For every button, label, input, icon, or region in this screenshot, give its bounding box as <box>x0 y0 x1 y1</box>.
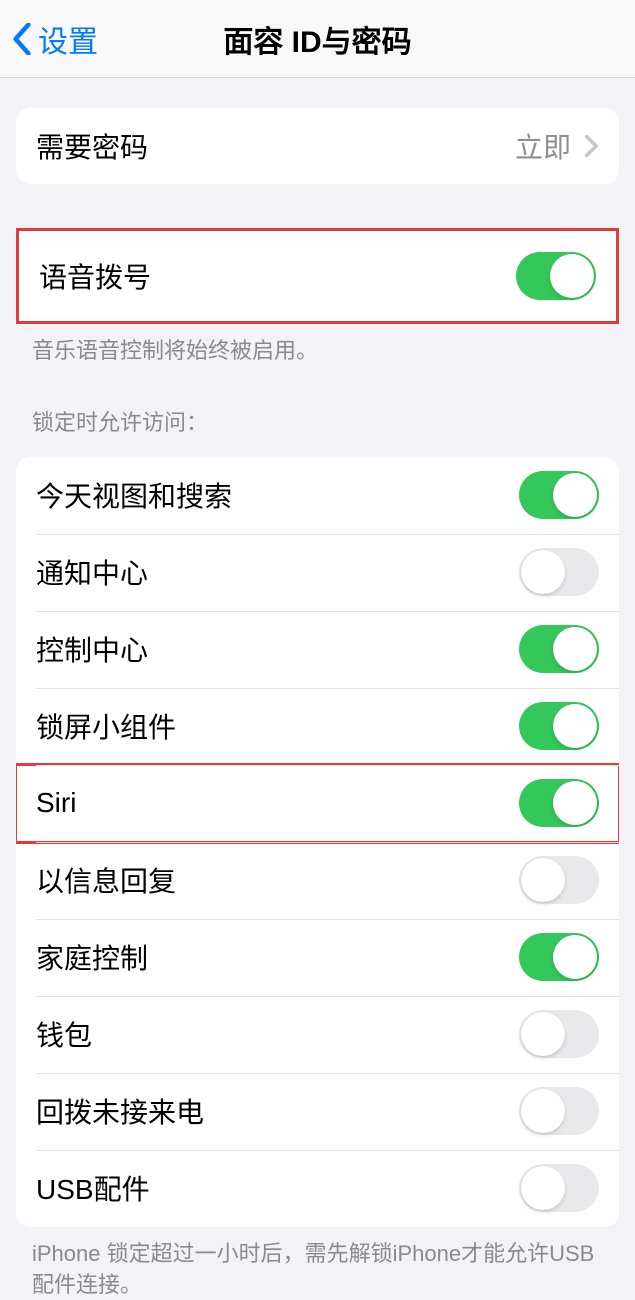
require-passcode-group: 需要密码 立即 <box>16 108 619 184</box>
lock-access-label: USB配件 <box>36 1168 150 1208</box>
back-button[interactable]: 设置 <box>12 17 98 61</box>
lock-access-list: 今天视图和搜索通知中心控制中心锁屏小组件 Siri 以信息回复家庭控制钱包回拨未接来… <box>16 457 619 1227</box>
lock-access-toggle[interactable] <box>519 548 599 596</box>
lock-access-toggle[interactable] <box>519 702 599 750</box>
voice-dial-group: 语音拨号 <box>16 228 619 324</box>
lock-access-row: USB配件 <box>16 1150 619 1227</box>
lock-access-label: 锁屏小组件 <box>36 706 176 746</box>
lock-access-label: 回拨未接来电 <box>36 1091 204 1131</box>
lock-access-header: 锁定时允许访问： <box>0 405 635 447</box>
require-passcode-row[interactable]: 需要密码 立即 <box>16 108 619 184</box>
lock-access-label: 以信息回复 <box>36 860 176 900</box>
lock-access-toggle[interactable] <box>519 625 599 673</box>
lock-access-toggle[interactable] <box>519 779 599 827</box>
lock-access-row: 家庭控制 <box>16 919 619 996</box>
lock-access-label: 钱包 <box>36 1014 92 1054</box>
lock-access-label: 家庭控制 <box>36 937 148 977</box>
lock-access-row: 以信息回复 <box>16 842 619 919</box>
chevron-left-icon <box>12 23 32 55</box>
lock-access-row: 回拨未接来电 <box>16 1073 619 1150</box>
lock-access-label: 今天视图和搜索 <box>36 475 232 515</box>
lock-access-toggle[interactable] <box>519 1087 599 1135</box>
lock-access-label: 控制中心 <box>36 629 148 669</box>
voice-dial-label: 语音拨号 <box>39 256 151 296</box>
voice-dial-note: 音乐语音控制将始终被启用。 <box>0 324 635 367</box>
lock-access-footer: iPhone 锁定超过一小时后，需先解锁iPhone才能允许USB 配件连接。 <box>0 1227 635 1300</box>
lock-access-row: 通知中心 <box>16 534 619 611</box>
lock-access-row: 今天视图和搜索 <box>16 457 619 534</box>
lock-access-toggle[interactable] <box>519 1010 599 1058</box>
lock-access-row: 锁屏小组件 <box>16 688 619 765</box>
lock-access-toggle[interactable] <box>519 933 599 981</box>
require-passcode-value: 立即 <box>515 126 599 166</box>
back-label: 设置 <box>38 17 98 61</box>
lock-access-toggle[interactable] <box>519 1164 599 1212</box>
voice-dial-row: 语音拨号 <box>19 231 616 321</box>
lock-access-row: 控制中心 <box>16 611 619 688</box>
lock-access-toggle[interactable] <box>519 471 599 519</box>
navigation-bar: 设置 面容 ID与密码 <box>0 0 635 78</box>
chevron-right-icon <box>585 135 599 157</box>
lock-access-row: Siri <box>16 765 619 842</box>
lock-access-label: Siri <box>36 787 76 819</box>
voice-dial-toggle[interactable] <box>516 252 596 300</box>
require-passcode-value-text: 立即 <box>515 126 571 166</box>
lock-access-row: 钱包 <box>16 996 619 1073</box>
lock-access-label: 通知中心 <box>36 552 148 592</box>
lock-access-toggle[interactable] <box>519 856 599 904</box>
require-passcode-label: 需要密码 <box>36 126 148 166</box>
